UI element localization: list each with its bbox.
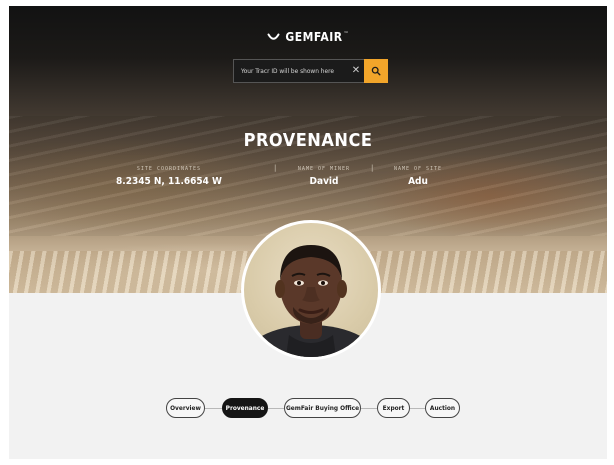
miner-avatar [241,220,381,360]
brand-name: GEMFAIR [285,30,343,44]
step-connector [205,408,222,409]
site-name-value: Adu [408,176,428,187]
page-frame: GEMFAIR™ ✕ PROVENANCE SITE COORDINATES 8… [9,6,607,459]
page-title: PROVENANCE [243,130,373,151]
step-auction[interactable]: Auction [425,398,460,418]
step-connector [361,408,377,409]
step-provenance[interactable]: Provenance [222,398,268,418]
site-coordinates-label: SITE COORDINATES [136,166,202,172]
step-gemfair-buying-office[interactable]: GemFair Buying Office [284,398,361,418]
miner-name-label: NAME OF MINER [297,166,351,172]
trademark-mark: ™ [343,31,349,37]
step-export[interactable]: Export [377,398,410,418]
brand-logo[interactable]: GEMFAIR ™ [9,30,607,44]
site-name-label: NAME OF SITE [393,166,443,172]
close-icon[interactable]: ✕ [348,60,364,82]
meta-divider: | [371,164,374,172]
miner-name-value: David [309,176,339,187]
step-connector [410,408,425,409]
search-bar: ✕ [233,59,388,83]
search-button[interactable] [364,59,388,83]
provenance-stepper: Overview Provenance GemFair Buying Offic… [9,398,607,418]
step-connector [268,408,284,409]
site-coordinates-value: 8.2345 N, 11.6654 W [116,176,222,187]
miner-portrait [244,245,378,357]
search-icon [371,66,381,76]
smile-arc-icon [267,33,280,40]
meta-divider: | [274,164,277,172]
step-overview[interactable]: Overview [166,398,205,418]
tracr-id-input[interactable] [234,60,348,82]
